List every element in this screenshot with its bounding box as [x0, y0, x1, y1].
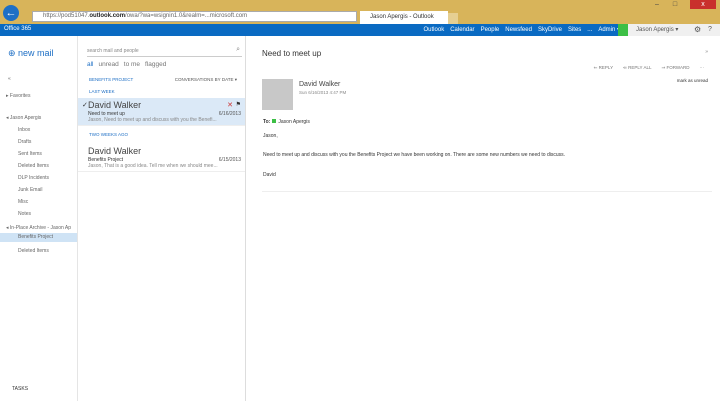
nav-skydrive[interactable]: SkyDrive	[538, 24, 562, 36]
folder-benefits-project[interactable]: Benefits Project	[0, 233, 77, 242]
new-mail-label: new mail	[18, 48, 54, 58]
browser-chrome: ← https://pod51047.outlook.com/owa/?wa=w…	[0, 0, 720, 33]
divider	[262, 191, 712, 192]
close-button[interactable]: x	[690, 0, 716, 9]
folder-notes[interactable]: Notes	[18, 211, 31, 217]
search-placeholder: search mail and people	[87, 48, 139, 54]
group-header: TWO WEEKS AGO	[89, 132, 129, 137]
nav-outlook[interactable]: Outlook	[424, 24, 445, 36]
nav-newsfeed[interactable]: Newsfeed	[505, 24, 532, 36]
list-item[interactable]: ✓ David Walker ✕ ⚑ Need to meet up 6/16/…	[78, 98, 245, 126]
folder-dlp[interactable]: DLP Incidents	[18, 175, 49, 181]
list-item[interactable]: David Walker Benefits Project 6/15/2013 …	[78, 144, 245, 172]
filter-all[interactable]: all	[87, 61, 94, 68]
nav-sites[interactable]: Sites	[568, 24, 581, 36]
archive-folder[interactable]: ◂ In-Place Archive - Jason Ap	[6, 225, 71, 231]
filter-flagged[interactable]: flagged	[145, 61, 166, 68]
browser-tab[interactable]: Jason Apergis - Outlook We...	[360, 11, 448, 33]
presence-indicator	[618, 24, 628, 36]
minimize-button[interactable]: –	[650, 0, 664, 9]
message-from: David Walker	[88, 100, 142, 110]
message-preview: Jason, That is a good idea. Tell me when…	[88, 163, 218, 169]
url-host: outlook.com	[89, 13, 126, 19]
body-line: David	[263, 172, 276, 178]
conversation-title: Need to meet up	[262, 49, 322, 58]
message-list: search mail and people ⌕ all unread to me…	[78, 36, 246, 401]
forward-button[interactable]: ⇒ FORWARD	[661, 65, 689, 71]
sender-name[interactable]: David Walker	[299, 81, 340, 88]
sent-time: Sun 6/16/2013 4:47 PM	[299, 90, 347, 95]
gear-icon[interactable]: ⚙	[694, 24, 701, 36]
expand-icon[interactable]: »	[705, 49, 708, 55]
reply-button[interactable]: ⇐ REPLY	[594, 65, 613, 71]
flag-icon[interactable]: ⚑	[236, 101, 241, 108]
filter-to-me[interactable]: to me	[124, 61, 140, 68]
message-date: 6/15/2013	[218, 157, 241, 163]
folder-junk[interactable]: Junk Email	[18, 187, 42, 193]
user-name: Jason Apergis ▾	[636, 27, 679, 33]
nav-calendar[interactable]: Calendar	[450, 24, 474, 36]
search-input[interactable]: search mail and people ⌕	[87, 46, 242, 57]
office-logo[interactable]: Office 365	[4, 26, 31, 32]
filter-unread[interactable]: unread	[99, 61, 119, 68]
folder-drafts[interactable]: Drafts	[18, 139, 31, 145]
folder-misc[interactable]: Misc	[18, 199, 28, 205]
folder-deleted[interactable]: Deleted Items	[18, 163, 49, 169]
message-date: 6/16/2013	[218, 111, 241, 117]
help-icon[interactable]: ?	[708, 24, 712, 36]
search-icon[interactable]: ⌕	[236, 46, 240, 54]
group-header: LAST WEEK	[89, 89, 115, 94]
mark-as-unread-link[interactable]: mark as unread	[677, 78, 708, 83]
suite-bar: Office 365 Outlook Calendar People Newsf…	[0, 24, 720, 36]
favorites[interactable]: ▸ Favorites	[6, 93, 30, 99]
presence-icon	[272, 119, 277, 123]
tasks-link[interactable]: TASKS	[12, 386, 28, 392]
new-tab-button[interactable]	[448, 13, 458, 24]
check-icon: ✓	[82, 102, 88, 109]
message-actions: ⇐ REPLY ⇚ REPLY ALL ⇒ FORWARD ···	[594, 65, 704, 71]
folder-label: BENEFITS PROJECT	[89, 77, 134, 82]
url-prefix: https://pod51047.	[43, 13, 90, 19]
suite-nav: Outlook Calendar People Newsfeed SkyDriv…	[424, 24, 620, 36]
body-line: Jason,	[263, 133, 278, 139]
more-actions-button[interactable]: ···	[700, 65, 705, 71]
filter-bar: all unread to me flagged	[87, 61, 166, 68]
maximize-button[interactable]: □	[668, 0, 682, 9]
recipient[interactable]: Jason Apergis	[278, 119, 309, 125]
nav-admin[interactable]: Admin ▾	[598, 24, 620, 36]
url-rest: /owa/?wa=wsignin1.0&realm=...microsoft.c…	[125, 13, 248, 19]
address-bar[interactable]: https://pod51047.outlook.com/owa/?wa=wsi…	[32, 11, 357, 22]
folder-sent[interactable]: Sent Items	[18, 151, 42, 157]
account-folder[interactable]: ◂ Jason Apergis	[6, 115, 41, 121]
back-button[interactable]: ←	[3, 5, 19, 21]
body-line: Need to meet up and discuss with you the…	[263, 152, 566, 158]
archive-deleted[interactable]: Deleted Items	[18, 248, 49, 254]
to-label: To:	[263, 119, 271, 125]
reading-pane: Need to meet up » ⇐ REPLY ⇚ REPLY ALL ⇒ …	[246, 36, 720, 401]
collapse-icon[interactable]: «	[8, 76, 11, 82]
folder-pane: ⊕ new mail « ▸ Favorites ◂ Jason Apergis…	[0, 36, 78, 401]
nav-people[interactable]: People	[481, 24, 500, 36]
message-from: David Walker	[88, 146, 142, 156]
sort-dropdown[interactable]: CONVERSATIONS BY DATE ▾	[175, 77, 237, 83]
message-preview: Jason, Need to meet up and discuss with …	[88, 117, 217, 123]
avatar	[262, 79, 293, 110]
folder-inbox[interactable]: Inbox	[18, 127, 30, 133]
new-mail-button[interactable]: ⊕ new mail	[8, 48, 54, 59]
user-menu[interactable]: Jason Apergis ▾ ⚙ ?	[628, 24, 720, 36]
reply-all-button[interactable]: ⇚ REPLY ALL	[623, 65, 651, 71]
delete-icon[interactable]: ✕	[227, 101, 233, 109]
nav-more[interactable]: ...	[587, 24, 592, 36]
recipients: To: Jason Apergis	[263, 119, 310, 125]
